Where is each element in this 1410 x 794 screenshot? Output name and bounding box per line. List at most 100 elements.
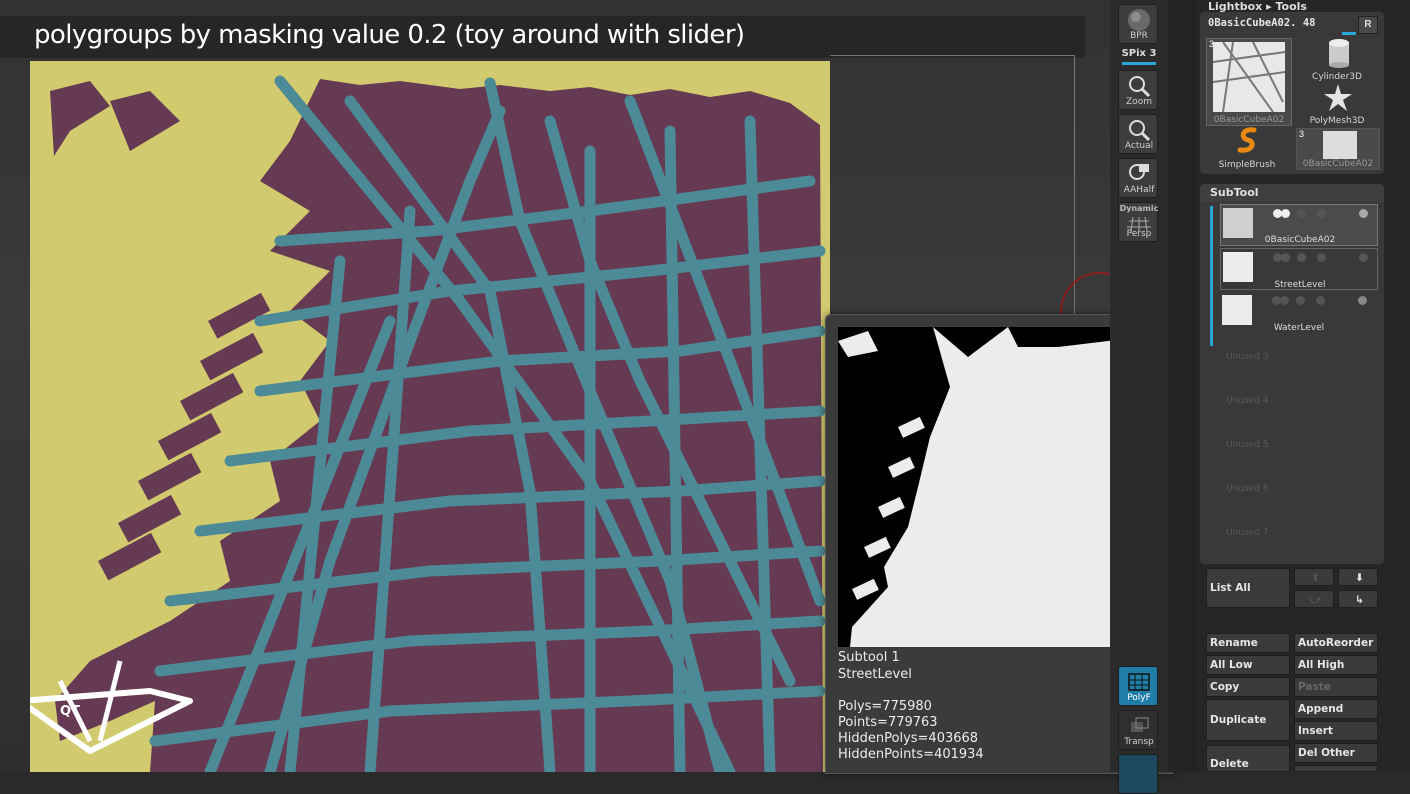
polyf-label: PolyF: [1127, 693, 1151, 703]
cylinder-icon: [1329, 39, 1349, 68]
extra-shelf-button[interactable]: [1118, 754, 1158, 794]
unused-slot: Unused 7: [1226, 528, 1269, 538]
tool-tile-simplebrush[interactable]: SimpleBrush: [1206, 126, 1288, 170]
tool-panel: 0BasicCubeA02. 48 R 3 0BasicCubeA02 Cyli…: [1200, 12, 1384, 174]
mode-toggle-icon[interactable]: [1297, 253, 1306, 262]
persp-button[interactable]: Dynamic Persp: [1118, 202, 1158, 242]
zoom-button[interactable]: Zoom: [1118, 70, 1158, 110]
caption-text: polygroups by masking value 0.2 (toy aro…: [34, 20, 745, 50]
dynamic-label: Dynamic: [1119, 204, 1159, 213]
actual-button[interactable]: Actual: [1118, 114, 1158, 154]
subtool-panel: SubTool 0BasicCubeA02 StreetLevel WaterL…: [1200, 184, 1384, 564]
subtool-scrollbar[interactable]: [1210, 206, 1213, 346]
paste-button[interactable]: Paste: [1294, 677, 1378, 697]
right-shelf: BPR SPix 3 Zoom Actual AAHalf Dynamic Pe…: [1110, 0, 1168, 794]
zoom-icon: [1129, 76, 1151, 98]
move-down-button[interactable]: ⬇: [1338, 568, 1378, 586]
subtool-name: WaterLevel: [1273, 323, 1325, 333]
delete-button[interactable]: Delete: [1206, 745, 1290, 772]
popup-polys: Polys=775980: [838, 699, 932, 714]
unused-slot: Unused 4: [1226, 396, 1269, 406]
popup-points: Points=779763: [838, 715, 938, 730]
del-other-button[interactable]: Del Other: [1294, 743, 1378, 763]
subtool-header[interactable]: SubTool: [1200, 184, 1384, 202]
tool-tile-polymesh[interactable]: PolyMesh3D: [1296, 82, 1378, 126]
tool-slider[interactable]: [1342, 32, 1356, 35]
visibility-eye-icon[interactable]: [1359, 209, 1368, 218]
logo-text: QT: [60, 704, 80, 719]
duplicate-button[interactable]: Duplicate: [1206, 699, 1290, 741]
popup-hidden-points: HiddenPoints=401934: [838, 747, 984, 762]
aahalf-label: AAHalf: [1123, 185, 1155, 195]
visibility-eye-icon[interactable]: [1358, 296, 1367, 305]
subtool-thumb: [1223, 208, 1253, 238]
solo-toggle-icon[interactable]: [1317, 253, 1326, 262]
simple-brush-icon: [1237, 127, 1257, 153]
subtool-row-2[interactable]: WaterLevel: [1220, 292, 1378, 334]
r-button[interactable]: R: [1358, 16, 1378, 34]
subtool-name: StreetLevel: [1274, 280, 1326, 290]
subtool-row-0[interactable]: 0BasicCubeA02: [1220, 204, 1378, 246]
solo-toggle-icon[interactable]: [1316, 296, 1325, 305]
auto-reorder-button[interactable]: AutoReorder: [1294, 633, 1378, 653]
move-redo-button[interactable]: ⤻: [1294, 590, 1334, 608]
all-low-button[interactable]: All Low: [1206, 655, 1290, 675]
del-all-button[interactable]: [1294, 765, 1378, 772]
popup-subtool-name: StreetLevel: [838, 667, 912, 682]
unused-slot: Unused 3: [1226, 352, 1269, 362]
tool-palette: Lightbox ▸ Tools 0BasicCubeA02. 48 R 3 0…: [1198, 0, 1410, 772]
polyf-button[interactable]: PolyF: [1118, 666, 1158, 706]
solo-toggle-icon[interactable]: [1317, 209, 1326, 218]
spix-label: SPix 3: [1121, 48, 1157, 59]
copy-button[interactable]: Copy: [1206, 677, 1290, 697]
bpr-button[interactable]: BPR: [1118, 4, 1158, 44]
move-bottom-button[interactable]: ↳: [1338, 590, 1378, 608]
arrow-down-icon: ⬇: [1355, 572, 1364, 584]
tool-label: PolyMesh3D: [1309, 116, 1365, 126]
tool-thumb-map: [1212, 41, 1286, 113]
current-tool-name: 0BasicCubeA02. 48: [1208, 17, 1316, 29]
mode-toggle-icon[interactable]: [1297, 209, 1306, 218]
tool-thumb-map-small: [1323, 131, 1357, 159]
transp-button[interactable]: Transp: [1118, 710, 1158, 750]
tool-tile-cube-copy[interactable]: 3 0BasicCubeA02: [1296, 128, 1380, 170]
rename-button[interactable]: Rename: [1206, 633, 1290, 653]
arrow-turn-icon: ⤻: [1309, 594, 1322, 606]
tool-badge: 3: [1299, 129, 1305, 139]
material-toggle-icon[interactable]: [1281, 253, 1290, 262]
material-toggle-icon[interactable]: [1281, 209, 1290, 218]
map-thumb-icon: [1212, 41, 1286, 113]
tool-label: SimpleBrush: [1218, 160, 1276, 170]
arrow-return-icon: ↳: [1355, 594, 1364, 606]
actual-label: Actual: [1124, 141, 1154, 151]
unused-slot: Unused 6: [1226, 484, 1269, 494]
aahalf-button[interactable]: AAHalf: [1118, 158, 1158, 198]
street-map-render[interactable]: QT: [30, 61, 830, 772]
subtool-thumb: [1223, 252, 1253, 282]
visibility-eye-icon[interactable]: [1359, 253, 1368, 262]
tray-divider[interactable]: [1168, 0, 1198, 772]
tool-tile-current[interactable]: 3 0BasicCubeA02: [1206, 38, 1292, 126]
move-up-button[interactable]: ⬆: [1294, 568, 1334, 586]
arrow-up-icon: ⬆: [1311, 572, 1320, 584]
tool-badge: 3: [1209, 39, 1215, 49]
subtool-row-1[interactable]: StreetLevel: [1220, 248, 1378, 290]
all-high-button[interactable]: All High: [1294, 655, 1378, 675]
mode-toggle-icon[interactable]: [1296, 296, 1305, 305]
transp-label: Transp: [1124, 737, 1154, 747]
tool-label: 0BasicCubeA02: [1213, 115, 1285, 125]
append-button[interactable]: Append: [1294, 699, 1378, 719]
material-toggle-icon[interactable]: [1280, 296, 1289, 305]
list-all-button[interactable]: List All: [1206, 568, 1290, 608]
subtool-thumb: [1222, 295, 1252, 325]
insert-button[interactable]: Insert: [1294, 721, 1378, 741]
polyframe-icon: [1128, 673, 1150, 691]
spix-slider[interactable]: [1122, 62, 1156, 65]
popup-subtool-index: Subtool 1: [838, 650, 900, 665]
tool-tile-cylinder[interactable]: Cylinder3D: [1296, 38, 1378, 82]
transparency-icon: [1131, 717, 1149, 732]
zoom-label: Zoom: [1126, 97, 1152, 107]
unused-slot: Unused 5: [1226, 440, 1269, 450]
tool-label: Cylinder3D: [1312, 72, 1362, 82]
render-sphere-icon: [1128, 9, 1150, 31]
